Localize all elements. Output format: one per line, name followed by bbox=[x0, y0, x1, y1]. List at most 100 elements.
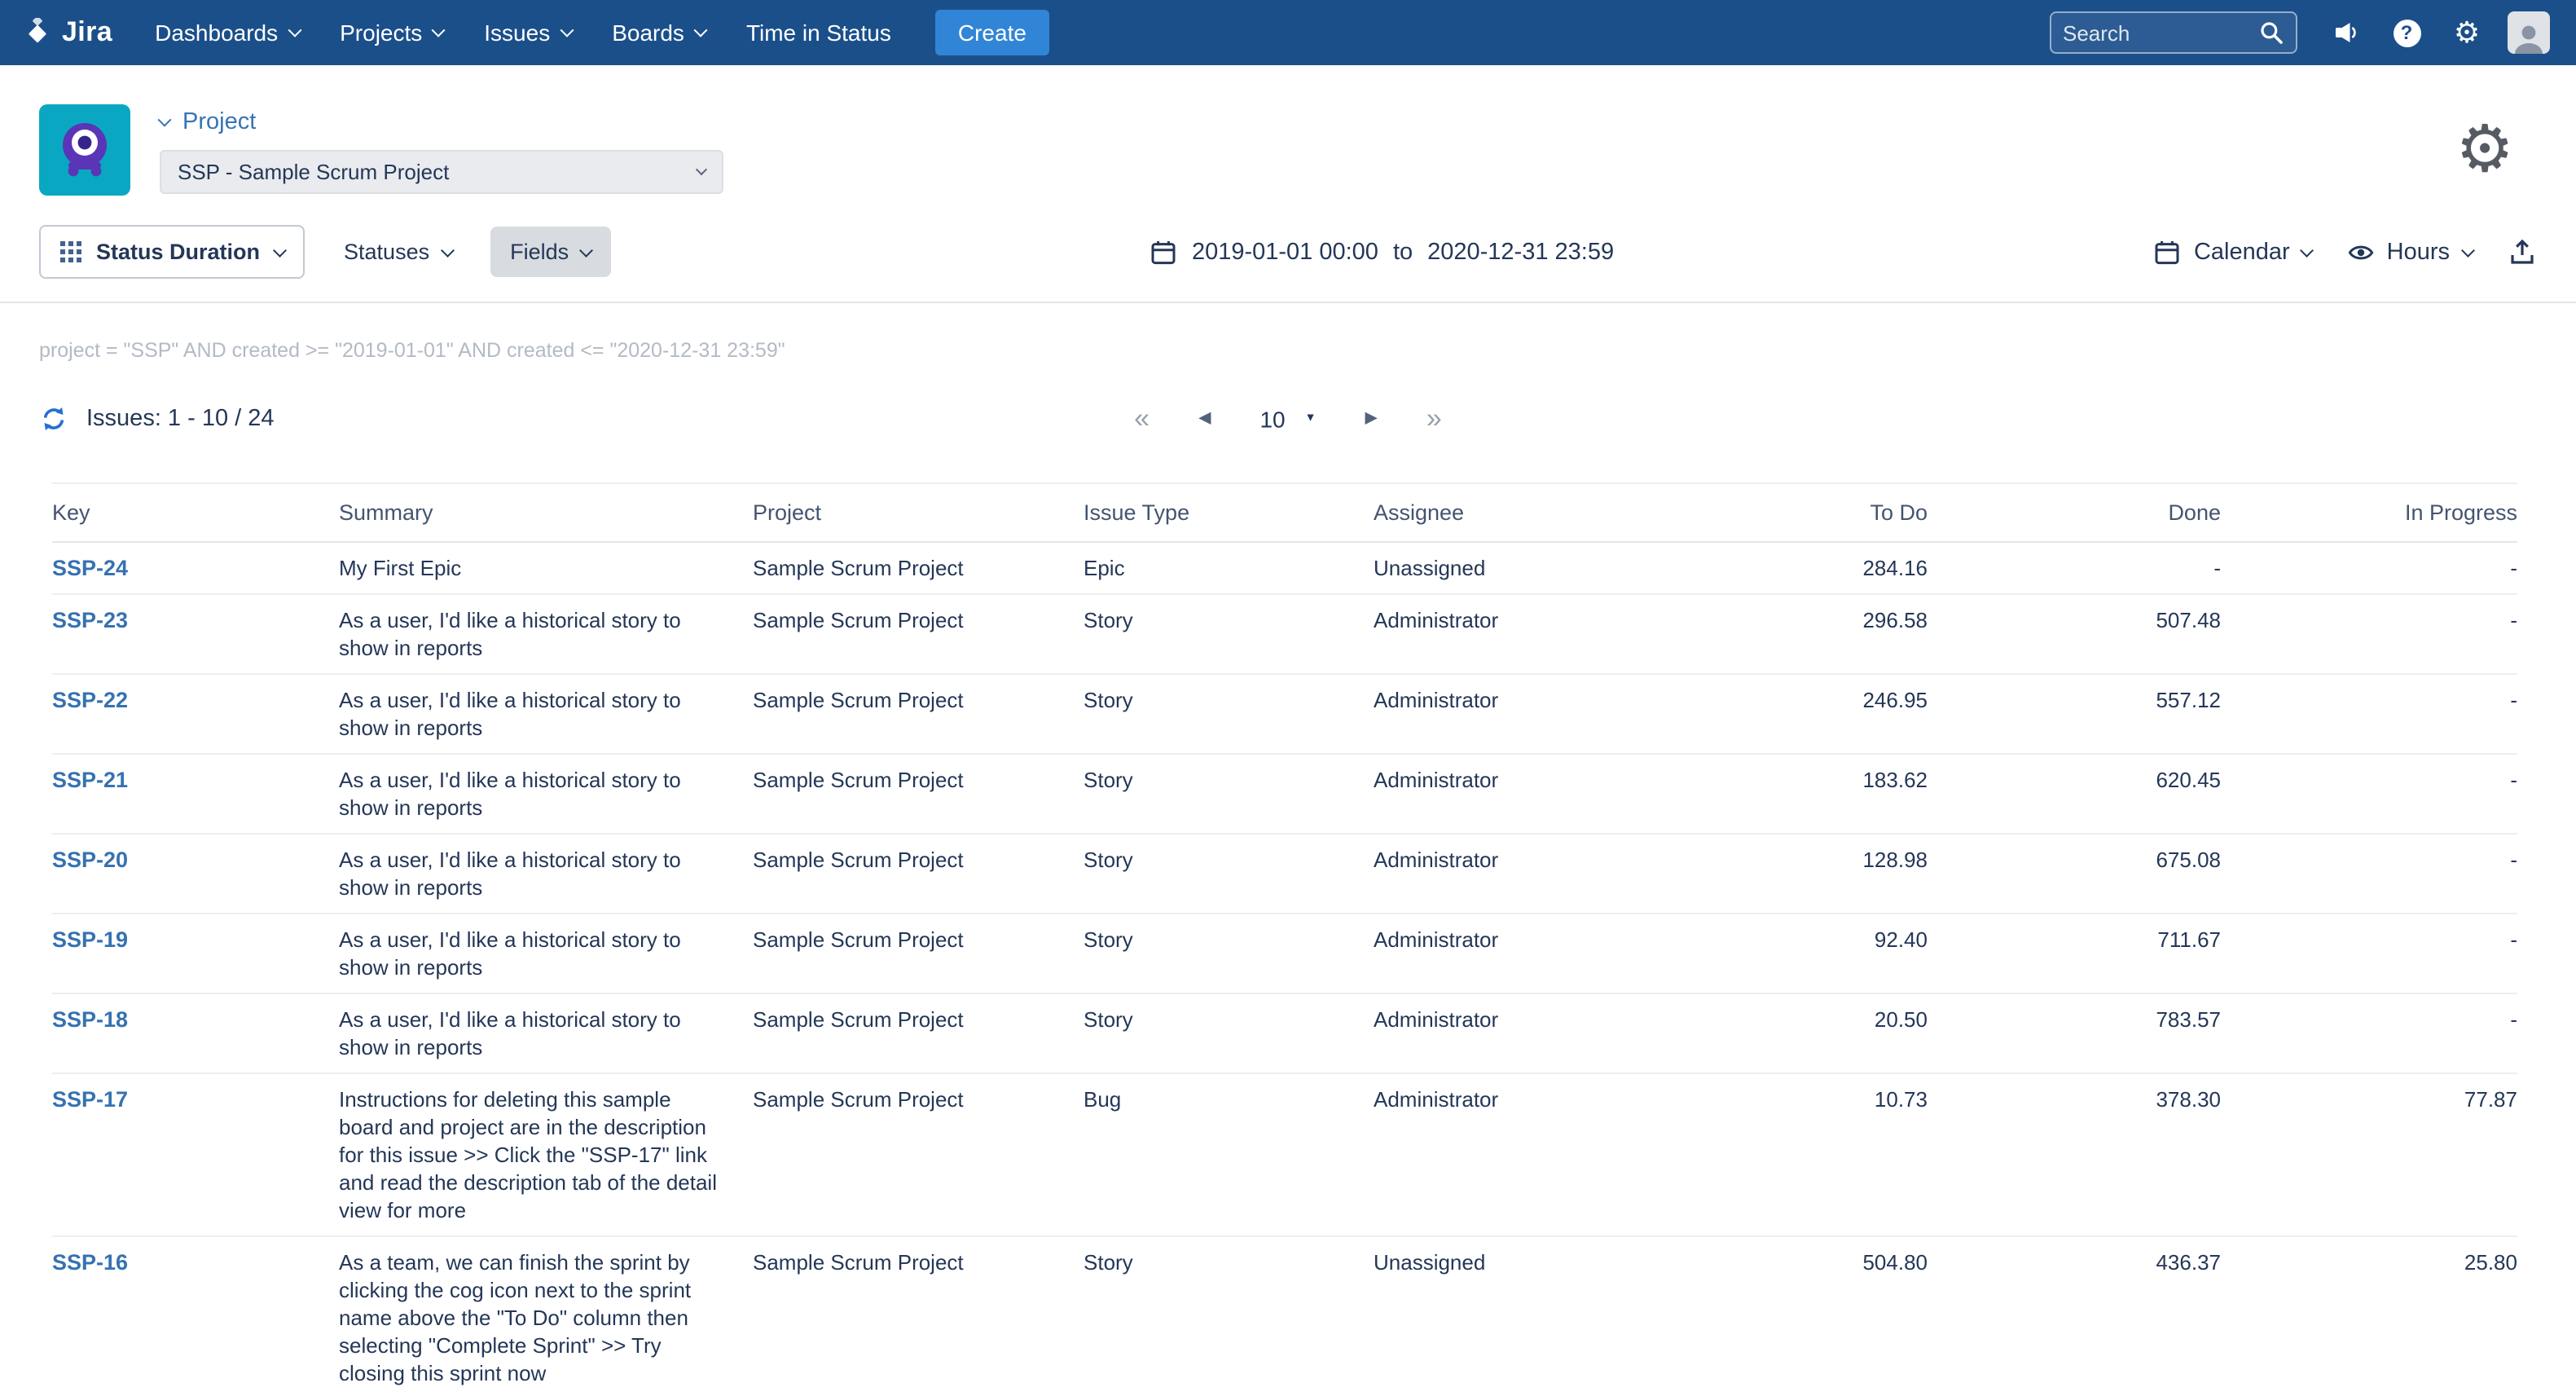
issue-summary: As a team, we can finish the sprint by c… bbox=[339, 1236, 753, 1396]
nav-item-projects[interactable]: Projects bbox=[340, 20, 443, 46]
hours-dropdown[interactable]: Hours bbox=[2348, 239, 2472, 265]
issue-in-progress-value: 25.80 bbox=[2221, 1236, 2517, 1396]
issues-table-body: SSP-24 My First Epic Sample Scrum Projec… bbox=[52, 542, 2517, 1396]
search-icon[interactable] bbox=[2258, 20, 2284, 46]
issue-key-link[interactable]: SSP-20 bbox=[52, 848, 128, 872]
issue-assignee: Administrator bbox=[1374, 754, 1667, 834]
issue-key-link[interactable]: SSP-18 bbox=[52, 1007, 128, 1032]
issues-count: Issues: 1 - 10 / 24 bbox=[86, 406, 275, 432]
page-size-select[interactable]: 10 ▼ bbox=[1259, 405, 1316, 431]
issue-todo-value: 183.62 bbox=[1667, 754, 1928, 834]
column-header-todo[interactable]: To Do bbox=[1667, 483, 1928, 542]
view-type-button[interactable]: Status Duration bbox=[39, 225, 305, 279]
export-icon[interactable] bbox=[2508, 237, 2537, 266]
help-icon[interactable]: ? bbox=[2387, 13, 2426, 52]
first-page-button[interactable]: « bbox=[1134, 404, 1150, 432]
column-header-key[interactable]: Key bbox=[52, 483, 339, 542]
statuses-button[interactable]: Statuses bbox=[327, 225, 468, 279]
date-range[interactable]: 2019-01-01 00:00 to 2020-12-31 23:59 bbox=[610, 239, 2155, 265]
column-header-summary[interactable]: Summary bbox=[339, 483, 753, 542]
app-settings-gear-icon[interactable]: ⚙ bbox=[2455, 117, 2517, 183]
project-select[interactable]: SSP - Sample Scrum Project bbox=[160, 150, 723, 194]
issue-done-value: 436.37 bbox=[1928, 1236, 2221, 1396]
date-separator: to bbox=[1393, 239, 1413, 265]
issue-todo-value: 10.73 bbox=[1667, 1073, 1928, 1236]
nav-item-label: Boards bbox=[612, 20, 684, 46]
table-row: SSP-18 As a user, I'd like a historical … bbox=[52, 993, 2517, 1073]
project-section-toggle[interactable]: Project bbox=[160, 109, 723, 135]
issue-project: Sample Scrum Project bbox=[753, 542, 1084, 594]
issue-key-link[interactable]: SSP-19 bbox=[52, 927, 128, 952]
date-to: 2020-12-31 23:59 bbox=[1427, 239, 1614, 265]
chevron-down-icon bbox=[560, 24, 574, 37]
chevron-down-icon bbox=[158, 113, 172, 127]
chevron-down-icon bbox=[273, 243, 286, 256]
issue-type: Story bbox=[1084, 834, 1374, 914]
table-row: SSP-24 My First Epic Sample Scrum Projec… bbox=[52, 542, 2517, 594]
issue-in-progress-value: - bbox=[2221, 542, 2517, 594]
fields-button[interactable]: Fields bbox=[490, 227, 610, 277]
settings-gear-icon[interactable]: ⚙ bbox=[2447, 13, 2486, 52]
nav-item-issues[interactable]: Issues bbox=[484, 20, 571, 46]
issue-key-link[interactable]: SSP-23 bbox=[52, 608, 128, 632]
column-header-in-progress[interactable]: In Progress bbox=[2221, 483, 2517, 542]
issue-todo-value: 296.58 bbox=[1667, 594, 1928, 674]
issue-todo-value: 284.16 bbox=[1667, 542, 1928, 594]
pager: « ◀ 10 ▼ ▶ » bbox=[1134, 404, 1442, 432]
column-header-done[interactable]: Done bbox=[1928, 483, 2221, 542]
jira-logo[interactable]: Jira bbox=[23, 16, 112, 49]
pagination-bar: Issues: 1 - 10 / 24 « ◀ 10 ▼ ▶ » bbox=[0, 362, 2576, 473]
calendar-dropdown[interactable]: Calendar bbox=[2155, 239, 2312, 265]
issue-type: Story bbox=[1084, 993, 1374, 1073]
announcement-megaphone-icon[interactable] bbox=[2327, 13, 2366, 52]
user-avatar[interactable] bbox=[2508, 11, 2550, 54]
brand-name: Jira bbox=[62, 16, 112, 49]
nav-item-boards[interactable]: Boards bbox=[612, 20, 706, 46]
issue-summary: As a user, I'd like a historical story t… bbox=[339, 594, 753, 674]
refresh-icon[interactable] bbox=[39, 404, 68, 434]
project-avatar bbox=[39, 104, 130, 196]
nav-item-dashboards[interactable]: Dashboards bbox=[155, 20, 299, 46]
create-button[interactable]: Create bbox=[935, 10, 1049, 55]
column-header-assignee[interactable]: Assignee bbox=[1374, 483, 1667, 542]
issue-in-progress-value: 77.87 bbox=[2221, 1073, 2517, 1236]
issue-type: Story bbox=[1084, 754, 1374, 834]
view-type-label: Status Duration bbox=[96, 240, 260, 264]
jira-logo-icon bbox=[23, 18, 52, 47]
issue-type: Story bbox=[1084, 1236, 1374, 1396]
chevron-down-icon bbox=[288, 24, 301, 37]
issue-done-value: 557.12 bbox=[1928, 674, 2221, 754]
column-header-project[interactable]: Project bbox=[753, 483, 1084, 542]
issue-key-link[interactable]: SSP-16 bbox=[52, 1250, 128, 1275]
nav-item-time-in-status[interactable]: Time in Status bbox=[746, 20, 891, 46]
issue-in-progress-value: - bbox=[2221, 594, 2517, 674]
issue-key-link[interactable]: SSP-21 bbox=[52, 768, 128, 792]
issue-assignee: Administrator bbox=[1374, 594, 1667, 674]
issue-in-progress-value: - bbox=[2221, 674, 2517, 754]
issue-project: Sample Scrum Project bbox=[753, 834, 1084, 914]
issue-done-value: - bbox=[1928, 542, 2221, 594]
nav-item-label: Issues bbox=[484, 20, 550, 46]
issue-summary: As a user, I'd like a historical story t… bbox=[339, 754, 753, 834]
issue-key-link[interactable]: SSP-17 bbox=[52, 1087, 128, 1112]
issue-type: Story bbox=[1084, 594, 1374, 674]
issue-in-progress-value: - bbox=[2221, 834, 2517, 914]
search-input[interactable] bbox=[2063, 20, 2258, 45]
issue-assignee: Unassigned bbox=[1374, 1236, 1667, 1396]
issue-project: Sample Scrum Project bbox=[753, 594, 1084, 674]
issue-assignee: Unassigned bbox=[1374, 542, 1667, 594]
top-nav: Jira Dashboards Projects Issues Boards T… bbox=[0, 0, 2576, 65]
issue-assignee: Administrator bbox=[1374, 834, 1667, 914]
project-select-value: SSP - Sample Scrum Project bbox=[178, 160, 697, 184]
previous-page-button[interactable]: ◀ bbox=[1198, 410, 1211, 426]
issue-project: Sample Scrum Project bbox=[753, 914, 1084, 993]
last-page-button[interactable]: » bbox=[1426, 404, 1442, 432]
table-header-row: Key Summary Project Issue Type Assignee … bbox=[52, 483, 2517, 542]
issue-summary: As a user, I'd like a historical story t… bbox=[339, 914, 753, 993]
column-header-issue-type[interactable]: Issue Type bbox=[1084, 483, 1374, 542]
issue-project: Sample Scrum Project bbox=[753, 993, 1084, 1073]
next-page-button[interactable]: ▶ bbox=[1365, 410, 1378, 426]
issue-key-link[interactable]: SSP-24 bbox=[52, 556, 128, 580]
issue-type: Epic bbox=[1084, 542, 1374, 594]
issue-key-link[interactable]: SSP-22 bbox=[52, 688, 128, 712]
